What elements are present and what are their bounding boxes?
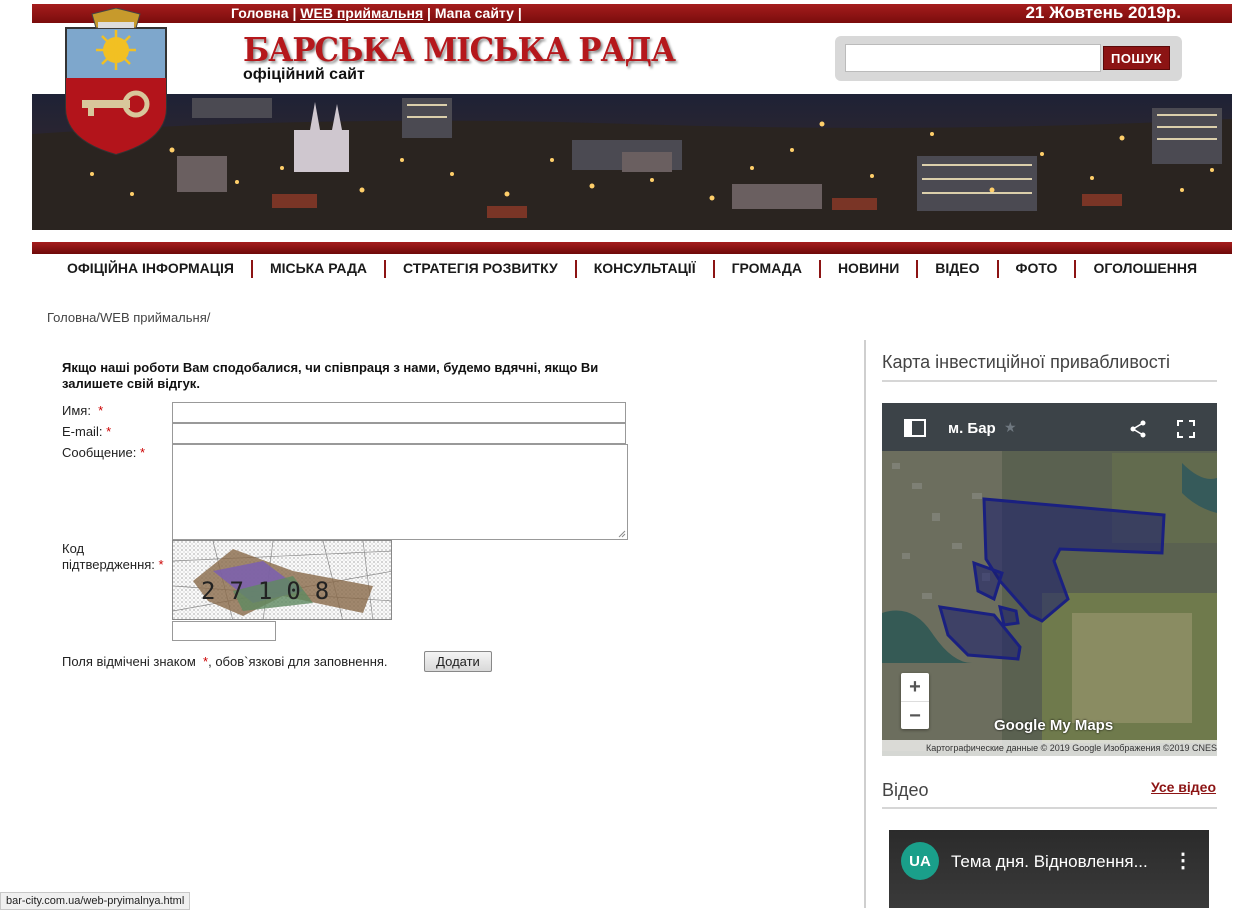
channel-avatar[interactable]: UA (901, 842, 939, 880)
top-link-web-reception[interactable]: WEB приймальня (300, 5, 423, 21)
column-divider (864, 340, 866, 908)
crest-logo (65, 7, 167, 156)
top-link-home[interactable]: Головна (231, 5, 289, 21)
map-heading: Карта інвестиційної привабливості (882, 352, 1170, 372)
video-embed[interactable]: UA Тема дня. Відновлення... ⋮ (889, 830, 1209, 908)
fullscreen-icon[interactable] (1177, 420, 1195, 438)
captcha-code: 27108 (201, 577, 343, 605)
nav-item-official-info[interactable]: ОФІЦІЙНА ІНФОРМАЦІЯ (50, 260, 251, 280)
resize-handle-icon[interactable] (618, 530, 626, 538)
top-links: Головна | WEB приймальня | Мапа сайту | (231, 5, 522, 21)
nav-item-community[interactable]: ГРОМАДА (715, 260, 819, 280)
captcha-label-line2: підтвердження: (62, 557, 155, 572)
email-label: E-mail: * (62, 424, 111, 439)
required-mark: * (106, 424, 112, 439)
nav-item-strategy[interactable]: СТРАТЕГІЯ РОЗВИТКУ (386, 260, 575, 280)
name-label: Имя: * (62, 403, 103, 418)
separator: | (517, 5, 522, 21)
nav-item-news[interactable]: НОВИНИ (821, 260, 916, 280)
share-icon[interactable] (1129, 420, 1147, 438)
zoom-out-button[interactable]: − (901, 701, 929, 730)
search-input[interactable] (845, 44, 1101, 72)
nav-top-stripe (32, 242, 1232, 254)
satellite-map-image (882, 403, 1217, 756)
search-button[interactable]: ПОШУК (1103, 46, 1170, 70)
breadcrumb[interactable]: Головна/WEB приймальня/ (47, 310, 210, 325)
required-note: Поля відмічені знаком *, обов`язкові для… (62, 654, 388, 669)
message-label-text: Сообщение: (62, 445, 137, 460)
google-my-maps-logo: Google My Maps (994, 717, 1114, 734)
nav-item-consultations[interactable]: КОНСУЛЬТАЦІЇ (577, 260, 713, 280)
required-note-text: Поля відмічені знаком (62, 654, 196, 669)
heading-rule (882, 380, 1217, 382)
city-coat-of-arms[interactable] (62, 7, 170, 156)
required-mark: * (158, 557, 164, 572)
form-intro: Якщо наші роботи Вам сподобалися, чи спі… (62, 360, 599, 391)
required-mark: * (98, 403, 104, 418)
map-legend-icon[interactable] (904, 419, 926, 437)
message-textarea[interactable] (172, 444, 628, 540)
main-nav: ОФІЦІЙНА ІНФОРМАЦІЯ МІСЬКА РАДА СТРАТЕГІ… (32, 260, 1232, 280)
required-note-suffix: , обов`язкові для заповнення. (208, 654, 388, 669)
captcha-graphic: 27108 (173, 541, 391, 619)
captcha-label: Код підтвердження: * (62, 541, 164, 573)
required-mark: * (139, 445, 146, 460)
city-night-banner (32, 94, 1232, 230)
heading-rule (882, 807, 1217, 809)
map-attribution: Картографические данные © 2019 Google Из… (882, 740, 1217, 756)
top-link-sitemap[interactable]: Мапа сайту (435, 5, 514, 21)
current-date: 21 Жовтень 2019р. (1025, 3, 1181, 22)
name-label-text: Имя: (62, 403, 91, 418)
nav-item-announcements[interactable]: ОГОЛОШЕННЯ (1076, 260, 1214, 280)
status-bar-url: bar-city.com.ua/web-pryimalnya.html (0, 892, 191, 910)
captcha-label-line1: Код (62, 541, 85, 556)
nav-item-video[interactable]: ВІДЕО (918, 260, 996, 280)
more-options-icon[interactable]: ⋮ (1173, 848, 1193, 873)
name-field[interactable] (172, 402, 626, 423)
separator: | (292, 5, 297, 21)
embedded-map[interactable]: м. Бар ★ + − Google My Maps Картографиче… (882, 403, 1217, 756)
site-subtitle: офіційний сайт (243, 66, 365, 83)
nav-item-city-council[interactable]: МІСЬКА РАДА (253, 260, 384, 280)
map-titlebar (882, 403, 1217, 451)
message-label: Сообщение: * (62, 445, 145, 460)
map-title: м. Бар (948, 420, 996, 437)
all-videos-link[interactable]: Усе відео (1151, 779, 1216, 795)
site-title[interactable]: БАРСЬКА МІСЬКА РАДА (243, 30, 676, 69)
video-title[interactable]: Тема дня. Відновлення... (951, 852, 1148, 872)
nav-item-photo[interactable]: ФОТО (999, 260, 1075, 280)
captcha-image: 27108 (172, 540, 392, 620)
email-field[interactable] (172, 423, 626, 444)
email-label-text: E-mail: (62, 424, 103, 439)
star-icon[interactable]: ★ (1004, 419, 1017, 436)
city-skyline-image (32, 98, 1232, 230)
zoom-controls: + − (901, 673, 929, 729)
captcha-input[interactable] (172, 621, 276, 641)
submit-button[interactable]: Додати (424, 651, 492, 672)
separator: | (427, 5, 431, 21)
video-heading: Відео (882, 780, 929, 800)
zoom-in-button[interactable]: + (901, 673, 929, 701)
